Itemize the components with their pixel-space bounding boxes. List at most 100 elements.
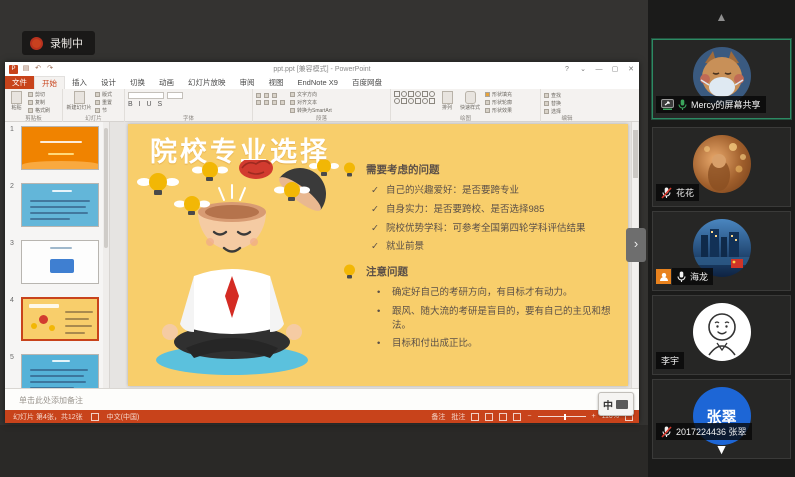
maximize-button[interactable]: ▢ — [607, 63, 623, 76]
reset-icon — [95, 100, 100, 105]
slide-thumbnail-5[interactable]: 5 — [5, 354, 109, 388]
align-text-button[interactable]: 对齐文本 — [290, 99, 332, 106]
numbering-icon[interactable] — [264, 93, 269, 98]
layout-button[interactable]: 版式 — [95, 91, 112, 98]
slide-thumbnail-3[interactable]: 3 — [5, 240, 109, 284]
tab-baidu-netdisk[interactable]: 百度网盘 — [345, 76, 389, 89]
text-direction-button[interactable]: 文字方向 — [290, 91, 332, 98]
attention-section[interactable]: 注意问题 • 确定好自己的考研方向，有目标才有动力。 • 跟风、随大流的考研是盲… — [343, 264, 615, 356]
minimize-button[interactable]: — — [591, 63, 607, 76]
clipboard-group-label: 剪贴板 — [5, 114, 62, 122]
language-status[interactable]: 中文(中国) — [107, 412, 140, 422]
tab-view[interactable]: 视图 — [262, 76, 291, 89]
ribbon-options-button[interactable]: ⌄ — [575, 63, 591, 76]
layout-icon — [95, 92, 100, 97]
zoom-in-button[interactable]: + — [592, 413, 596, 420]
shape-square-icon — [394, 91, 400, 97]
bullets-icon[interactable] — [256, 93, 261, 98]
copy-button[interactable]: 复制 — [28, 99, 50, 106]
considerations-section[interactable]: 需要考虑的问题 ✓ 自己的兴趣爱好：是否要跨专业 ✓ 自身实力：是否要跨校、是否… — [343, 162, 615, 259]
cut-button[interactable]: 剪切 — [28, 91, 50, 98]
align-left-icon[interactable] — [256, 100, 261, 105]
arrange-button[interactable]: 排列 — [439, 91, 455, 113]
slide-canvas[interactable]: 院校专业选择 — [128, 124, 628, 386]
dot-mark: • — [377, 337, 387, 351]
dot-mark: • — [377, 305, 387, 333]
format-painter-button[interactable]: 格式刷 — [28, 107, 50, 114]
thumbnail-scrollbar[interactable] — [103, 122, 109, 388]
quick-styles-button[interactable]: 快速样式 — [459, 91, 481, 113]
replace-button[interactable]: 替换 — [544, 100, 590, 107]
thumbnail-preview — [21, 240, 99, 284]
undo-icon[interactable]: ↶ — [34, 65, 42, 73]
notes-pane[interactable]: 单击此处添加备注 — [5, 388, 639, 410]
participant-tile-hailong[interactable]: 海龙 — [652, 211, 791, 291]
shape-outline-button[interactable]: 形状轮廓 — [485, 99, 512, 106]
tab-home[interactable]: 开始 — [34, 76, 65, 89]
accessibility-icon[interactable] — [91, 413, 99, 421]
shape-icon — [422, 98, 428, 104]
tab-review[interactable]: 审阅 — [233, 76, 262, 89]
replace-icon — [544, 101, 549, 106]
tab-design[interactable]: 设计 — [94, 76, 123, 89]
participant-avatar — [693, 135, 751, 193]
powerpoint-window: P ▤ ↶ ↷ ppt.ppt [兼容模式] - PowerPoint ? ⌄ … — [5, 62, 639, 423]
find-button[interactable]: 查找 — [544, 92, 590, 99]
tab-endnote[interactable]: EndNote X9 — [291, 76, 345, 89]
indent-icon[interactable] — [272, 93, 277, 98]
zoom-out-button[interactable]: − — [527, 413, 531, 420]
view-normal-button[interactable] — [471, 413, 479, 421]
font-name-select[interactable] — [128, 92, 164, 99]
paragraph-group-label: 段落 — [253, 114, 390, 122]
slide-thumbnail-4-current[interactable]: 4 — [5, 297, 109, 341]
notes-button[interactable]: 备注 — [431, 412, 445, 422]
ime-language-label[interactable]: 中 — [603, 397, 613, 412]
bullet-item: ✓ 就业前景 — [371, 240, 615, 254]
slide-thumbnail-1[interactable]: 1 — [5, 126, 109, 170]
dot-mark: • — [377, 286, 387, 300]
font-size-select[interactable] — [167, 92, 183, 99]
panel-expander-button[interactable]: › — [626, 228, 646, 262]
tab-slideshow[interactable]: 幻灯片放映 — [181, 76, 233, 89]
reset-button[interactable]: 重置 — [95, 99, 112, 106]
slide-thumbnail-2[interactable]: 2 — [5, 183, 109, 227]
font-style-buttons[interactable]: B I U S — [128, 101, 249, 108]
meditation-illustration[interactable] — [128, 160, 342, 386]
default-face-avatar — [693, 303, 751, 361]
section-button[interactable]: 节 — [95, 107, 112, 114]
collapse-arrow-button[interactable]: ▲ — [648, 10, 795, 24]
view-reading-button[interactable] — [499, 413, 507, 421]
comments-button[interactable]: 批注 — [451, 412, 465, 422]
shape-fill-button[interactable]: 形状填充 — [485, 91, 512, 98]
help-button[interactable]: ? — [559, 63, 575, 76]
zoom-slider-knob[interactable] — [564, 414, 567, 420]
participant-tile-huahua[interactable]: 花花 — [652, 127, 791, 207]
save-icon[interactable]: ▤ — [22, 65, 30, 73]
participant-tile-mercy[interactable]: Mercy的屏幕共享 — [652, 39, 791, 119]
ribbon-group-clipboard: 粘贴 剪切 复制 格式刷 剪贴板 — [5, 89, 63, 122]
close-button[interactable]: ✕ — [623, 63, 639, 76]
participant-tile-liyu[interactable]: 李宇 — [652, 295, 791, 375]
shape-fill-icon — [485, 92, 490, 97]
view-sorter-button[interactable] — [485, 413, 493, 421]
expand-arrow-button[interactable]: ▼ — [648, 441, 795, 457]
recording-label: 录制中 — [50, 35, 83, 51]
view-slideshow-button[interactable] — [513, 413, 521, 421]
status-bar: 幻灯片 第4张，共12张 中文(中国) 备注 批注 − + 110% — [5, 410, 639, 423]
paste-button[interactable]: 粘贴 — [8, 91, 25, 113]
shapes-gallery[interactable] — [394, 91, 435, 104]
redo-icon[interactable]: ↷ — [46, 65, 54, 73]
tab-insert[interactable]: 插入 — [65, 76, 94, 89]
smartart-button[interactable]: 转换为SmartArt — [290, 107, 332, 114]
justify-icon[interactable] — [280, 100, 285, 105]
tab-file[interactable]: 文件 — [5, 76, 34, 89]
bullet-item: ✓ 自己的兴趣爱好：是否要跨专业 — [371, 184, 615, 198]
zoom-slider[interactable] — [538, 416, 586, 417]
shape-effects-button[interactable]: 形状效果 — [485, 107, 512, 114]
align-right-icon[interactable] — [272, 100, 277, 105]
new-slide-button[interactable]: 新建幻灯片 — [66, 91, 92, 113]
tab-animations[interactable]: 动画 — [152, 76, 181, 89]
align-center-icon[interactable] — [264, 100, 269, 105]
ime-widget[interactable]: 中 — [598, 392, 634, 416]
tab-transitions[interactable]: 切换 — [123, 76, 152, 89]
